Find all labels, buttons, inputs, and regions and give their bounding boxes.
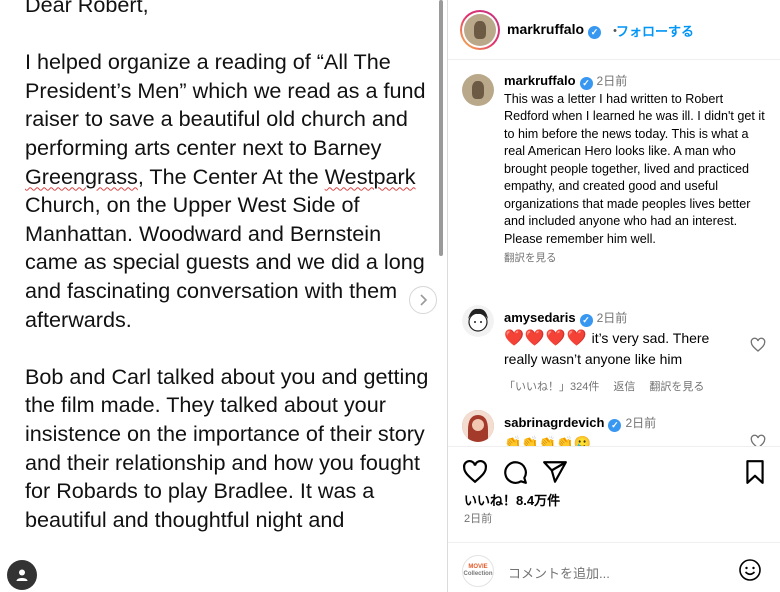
caption: markruffalo ✓ 2日前 This was a letter I had …: [504, 72, 766, 268]
bookmark-icon[interactable]: [742, 459, 768, 485]
comment-item: sabrinagrdevich ✓ 2日前 👏👏👏👏🥲: [448, 410, 780, 446]
comment-meta: 「いいね！」324件 返信 翻訳を見る: [504, 377, 744, 397]
comment-time: 2日前: [625, 416, 657, 430]
letter-paragraph-1: I helped organize a reading of “All The …: [25, 49, 426, 332]
commenter-avatar[interactable]: [462, 410, 494, 442]
reply-button[interactable]: 返信: [613, 381, 635, 393]
author-avatar[interactable]: [460, 10, 500, 50]
translate-link[interactable]: 翻訳を見る: [649, 381, 704, 393]
heart-outline-icon[interactable]: [750, 434, 766, 446]
chevron-right-icon: [420, 294, 428, 306]
comment-icon[interactable]: [502, 459, 528, 485]
like-heart-icon[interactable]: [462, 459, 488, 485]
post-date: 2日前: [464, 513, 493, 525]
comment-likes[interactable]: 「いいね！」324件: [504, 381, 599, 393]
post-header: markruffalo ✓ ・ フォローする: [448, 0, 780, 60]
comment-username[interactable]: amysedaris: [504, 310, 576, 325]
follow-button[interactable]: フォローする: [616, 21, 694, 40]
share-icon[interactable]: [542, 459, 568, 485]
image-scrollbar[interactable]: [439, 0, 443, 256]
comment-body: amysedaris ✓ 2日前 ❤️❤️❤️❤️ it’s very sad. T…: [504, 307, 744, 397]
caption-time: 2日前: [596, 74, 628, 88]
current-user-avatar[interactable]: MOVIE Collection: [462, 555, 494, 587]
caption-translate-link[interactable]: 翻訳を見る: [504, 250, 766, 268]
next-image-button[interactable]: [409, 286, 437, 314]
tagged-users-button[interactable]: [7, 560, 37, 590]
likes-count[interactable]: いいね！8.4万件: [464, 490, 560, 509]
caption-username[interactable]: markruffalo: [504, 73, 576, 88]
caption-text: This was a letter I had written to Rober…: [504, 91, 765, 246]
hearts-emoji: ❤️❤️❤️❤️: [504, 330, 588, 347]
verified-icon: ✓: [608, 419, 622, 432]
person-icon: [16, 569, 28, 581]
caption-avatar[interactable]: [462, 74, 494, 106]
comment-input[interactable]: コメントを追加...: [508, 563, 610, 582]
post-panel: markruffalo ✓ ・ フォローする markruffalo ✓ 2日前 Th…: [448, 0, 780, 592]
post-image: Dear Robert, I helped organize a reading…: [0, 0, 447, 592]
heart-outline-icon[interactable]: [750, 337, 766, 353]
verified-icon: ✓: [579, 314, 593, 327]
letter-text: Dear Robert, I helped organize a reading…: [25, 0, 435, 563]
commenter-avatar[interactable]: [462, 305, 494, 337]
comment-text: 👏👏👏👏🥲: [504, 435, 592, 446]
verified-icon: ✓: [588, 26, 602, 39]
letter-paragraph-2: Bob and Carl talked about you and gettin…: [25, 363, 429, 532]
letter-greeting: Dear Robert,: [25, 0, 149, 17]
author-username[interactable]: markruffalo ✓: [507, 21, 602, 39]
verified-icon: ✓: [579, 77, 593, 90]
comment-input-bar: MOVIE Collection コメントを追加...: [448, 542, 780, 592]
comment-username[interactable]: sabrinagrdevich: [504, 415, 604, 430]
comment-time: 2日前: [596, 311, 628, 325]
comment-body: sabrinagrdevich ✓ 2日前 👏👏👏👏🥲: [504, 412, 744, 446]
emoji-icon[interactable]: [738, 558, 762, 582]
